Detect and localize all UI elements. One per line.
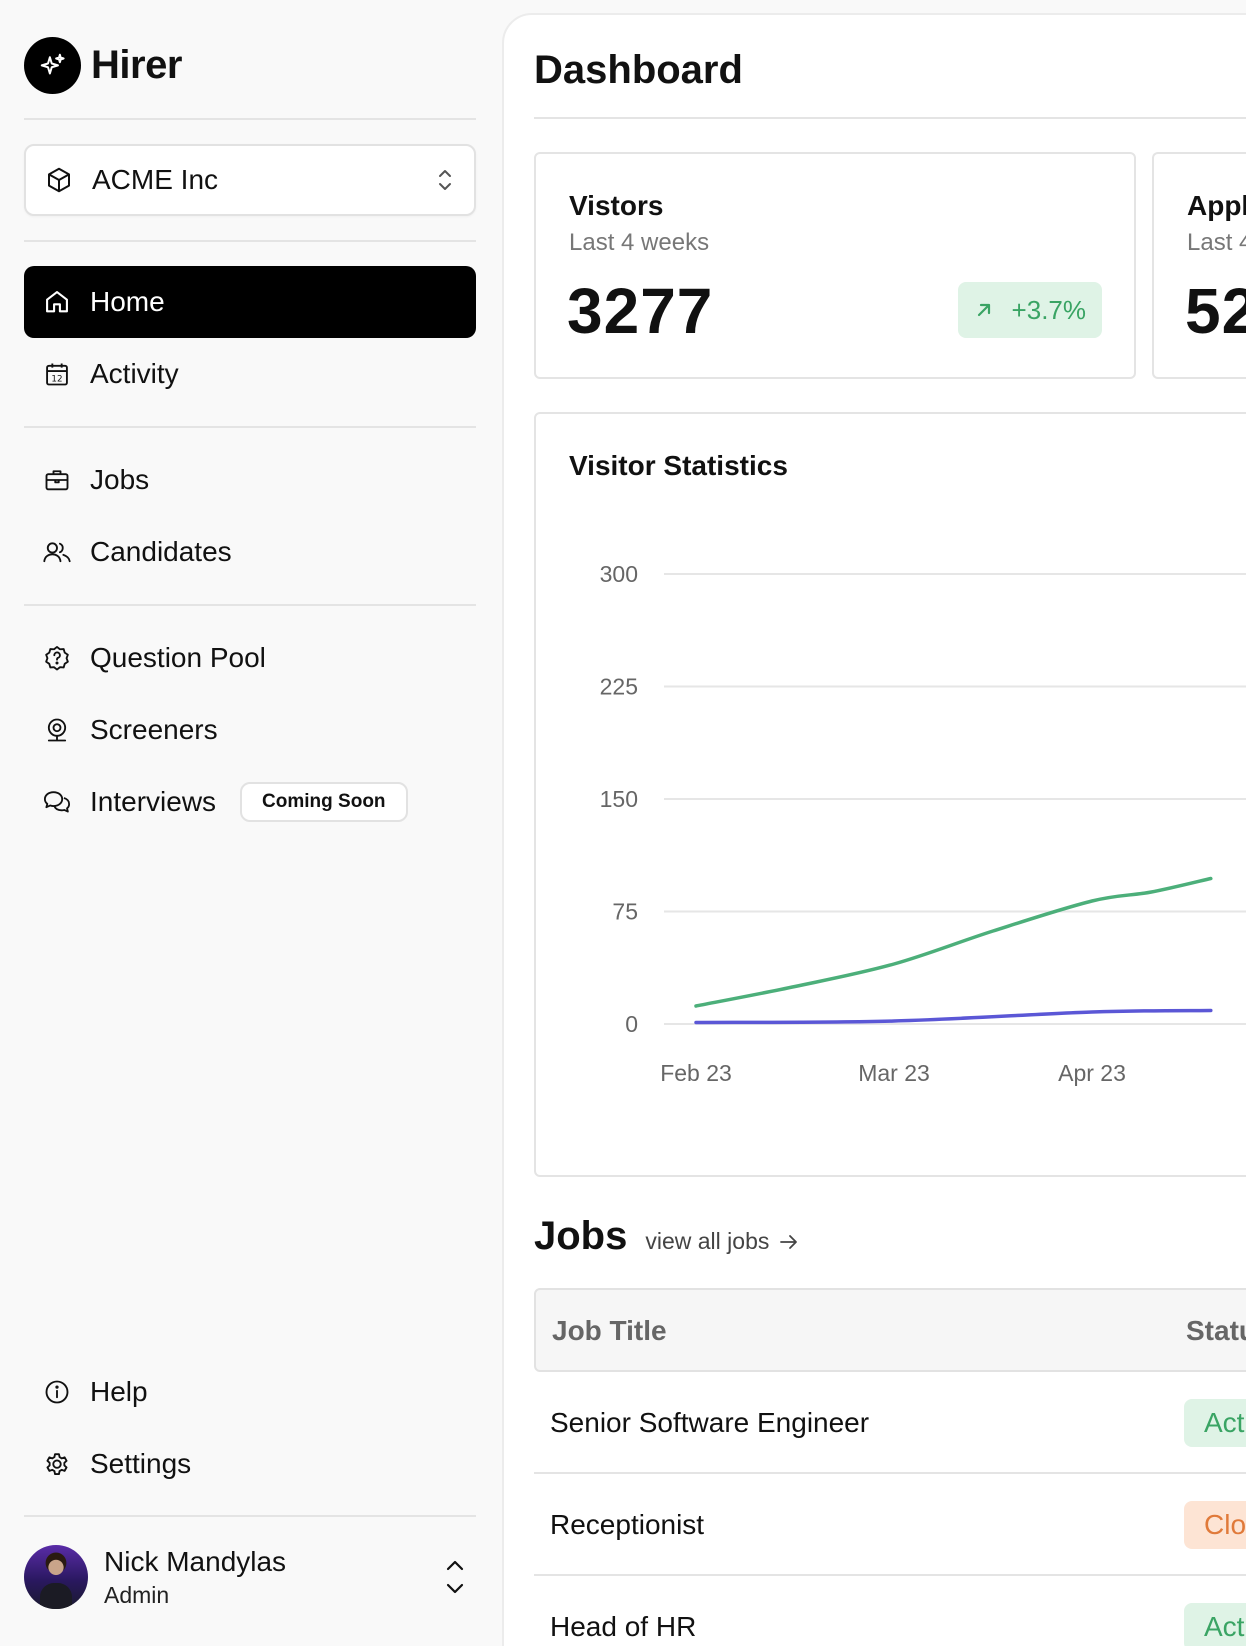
sidebar-item-label: Interviews: [90, 786, 217, 817]
sidebar-item-help[interactable]: Help: [24, 1356, 476, 1428]
sidebar-item-candidates[interactable]: Candidates: [24, 516, 476, 588]
y-tick-label: 150: [600, 786, 638, 812]
user-role: Admin: [104, 1581, 170, 1608]
stat-title: Vistors: [569, 190, 664, 221]
series-line-0: [694, 876, 1213, 1008]
chevron-up-down-icon: [436, 167, 454, 193]
sidebar-divider: [24, 118, 476, 120]
stat-card-applications: Appl Last 4 52: [1152, 152, 1246, 379]
table-row[interactable]: Senior Software Engineer Act: [534, 1372, 1246, 1474]
sidebar-item-label: Activity: [90, 358, 179, 389]
sidebar-divider: [24, 604, 476, 606]
chat-bubbles-icon: [42, 787, 72, 817]
sidebar-item-settings[interactable]: Settings: [24, 1428, 476, 1500]
briefcase-icon: [42, 465, 72, 495]
sidebar-item-home[interactable]: Home: [24, 266, 476, 338]
page-title: Dashboard: [534, 48, 743, 92]
organization-select[interactable]: ACME Inc: [24, 144, 476, 216]
status-badge: Act: [1184, 1399, 1246, 1447]
jobs-section-title: Jobs: [534, 1214, 628, 1258]
series-line-1: [694, 1008, 1213, 1025]
sidebar-divider: [24, 240, 476, 242]
chevron-up-down-icon: [444, 1557, 466, 1597]
stat-change-badge: +3.7%: [957, 282, 1102, 338]
stat-subtitle: Last 4 weeks: [569, 229, 710, 256]
avatar: [24, 1545, 88, 1609]
stat-subtitle: Last 4: [1187, 229, 1246, 256]
arrow-up-right-icon: [974, 300, 994, 320]
visitor-statistics-card: Visitor Statistics 0 75 150 225 300 Feb 23 Mar…: [534, 412, 1246, 1177]
sidebar-item-question-pool[interactable]: Question Pool: [24, 622, 476, 694]
view-all-jobs-link[interactable]: view all jobs: [645, 1228, 799, 1255]
user-menu[interactable]: Nick Mandylas Admin: [24, 1545, 476, 1609]
sidebar-item-label: Settings: [90, 1448, 192, 1479]
sidebar-divider: [24, 1515, 476, 1517]
status-badge: Act: [1184, 1603, 1246, 1646]
coming-soon-badge: Coming Soon: [240, 782, 408, 822]
y-tick-label: 225: [600, 674, 638, 700]
sidebar-item-label: Home: [90, 286, 165, 317]
view-all-jobs-label: view all jobs: [645, 1228, 770, 1254]
y-tick-label: 300: [600, 561, 638, 587]
job-title-cell: Head of HR: [550, 1611, 697, 1642]
user-name: Nick Mandylas: [104, 1545, 287, 1577]
x-tick-label: Apr 23: [1058, 1060, 1126, 1086]
info-icon: [42, 1377, 72, 1407]
sidebar-item-label: Candidates: [90, 536, 232, 567]
stat-value: 52: [1185, 275, 1246, 347]
title-divider: [534, 117, 1246, 119]
calendar-icon: 12: [42, 359, 72, 389]
stat-title: Appl: [1187, 190, 1246, 221]
x-tick-label: Mar 23: [858, 1060, 930, 1086]
sidebar-item-label: Help: [90, 1376, 148, 1407]
organization-name: ACME Inc: [92, 164, 219, 195]
y-tick-label: 0: [625, 1011, 638, 1037]
sidebar: Hirer ACME Inc Home 12 Activity Jobs Can…: [0, 0, 500, 1646]
gear-icon: [42, 1449, 72, 1479]
sidebar-item-label: Question Pool: [90, 642, 266, 673]
home-icon: [42, 287, 72, 317]
sidebar-item-activity[interactable]: 12 Activity: [24, 338, 476, 410]
jobs-table: Job Title Statu Senior Software Engineer…: [534, 1288, 1246, 1646]
job-title-cell: Senior Software Engineer: [550, 1407, 870, 1438]
arrow-right-icon: [779, 1234, 799, 1250]
users-icon: [42, 537, 72, 567]
sidebar-item-jobs[interactable]: Jobs: [24, 444, 476, 516]
brand[interactable]: Hirer: [24, 37, 182, 94]
question-badge-icon: [42, 643, 72, 673]
x-tick-label: Feb 23: [660, 1060, 732, 1086]
cube-icon: [44, 165, 74, 195]
y-tick-label: 75: [612, 899, 638, 925]
column-header[interactable]: Statu: [1186, 1315, 1246, 1347]
column-header[interactable]: Job Title: [552, 1315, 667, 1347]
stat-card-visitors: Vistors Last 4 weeks 3277 +3.7%: [534, 152, 1136, 379]
table-row[interactable]: Head of HR Act: [534, 1576, 1246, 1646]
brand-name: Hirer: [91, 43, 182, 87]
status-badge: Clo: [1184, 1501, 1246, 1549]
job-title-cell: Receptionist: [550, 1509, 705, 1540]
sidebar-item-label: Jobs: [90, 464, 150, 495]
sidebar-item-label: Screeners: [90, 714, 218, 745]
webcam-icon: [42, 715, 72, 745]
sidebar-item-interviews[interactable]: Interviews Coming Soon: [24, 766, 476, 838]
table-row[interactable]: Receptionist Clo: [534, 1474, 1246, 1576]
visitor-statistics-chart: 0 75 150 225 300 Feb 23 Mar 23 Apr 23: [600, 561, 1246, 1086]
sidebar-item-screeners[interactable]: Screeners: [24, 694, 476, 766]
sparkle-logo-icon: [24, 37, 81, 94]
sidebar-divider: [24, 426, 476, 428]
stat-change-value: +3.7%: [1011, 294, 1086, 325]
table-header: Job Title Statu: [534, 1288, 1246, 1372]
svg-text:12: 12: [51, 375, 62, 385]
stat-value: 3277: [567, 275, 714, 347]
